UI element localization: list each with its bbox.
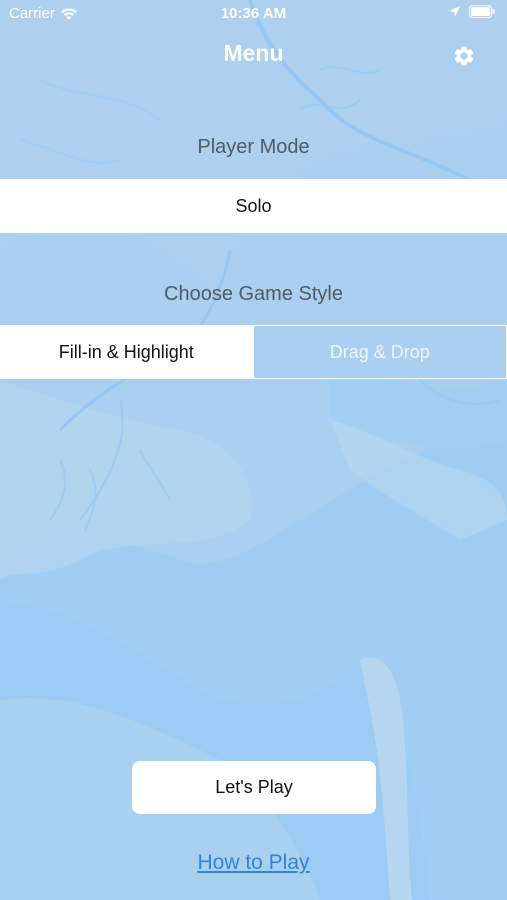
battery-icon bbox=[469, 5, 495, 18]
status-right-group bbox=[448, 5, 495, 18]
location-icon bbox=[449, 6, 460, 17]
status-time: 10:36 AM bbox=[220, 5, 287, 22]
game-style-label: Choose Game Style bbox=[164, 283, 343, 305]
game-style-segmented-control: Fill-in & Highlight Drag & Drop bbox=[0, 325, 507, 379]
how-to-play-link[interactable]: How to Play bbox=[0, 851, 507, 875]
segment-drag-drop[interactable]: Drag & Drop bbox=[252, 325, 507, 379]
gear-icon[interactable] bbox=[452, 44, 476, 68]
player-mode-value: Solo bbox=[235, 195, 272, 216]
segment-fill-in-highlight[interactable]: Fill-in & Highlight bbox=[0, 325, 253, 379]
player-mode-label: Player Mode bbox=[197, 136, 310, 158]
status-bar: Carrier 10:36 AM bbox=[0, 0, 507, 28]
player-mode-selector[interactable]: Solo bbox=[0, 179, 507, 233]
page-title: Menu bbox=[223, 40, 284, 66]
lets-play-button[interactable]: Let's Play bbox=[132, 761, 376, 814]
